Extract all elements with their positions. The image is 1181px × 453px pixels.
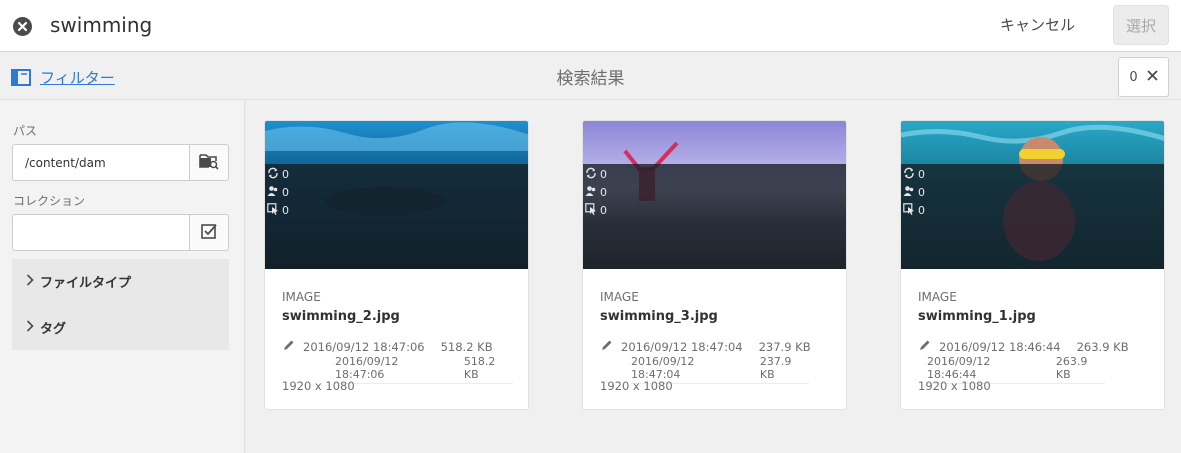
pointer-icon xyxy=(585,203,600,218)
stat-clicks: 0 xyxy=(267,203,289,218)
asset-meta: 2016/09/12 18:47:06 518.2 KB xyxy=(283,339,493,354)
asset-size: 237.9 KB xyxy=(759,355,792,381)
stats-overlay: 0 0 0 xyxy=(265,164,528,269)
asset-thumbnail: 0 0 0 xyxy=(901,121,1164,269)
asset-dimensions: 1920 x 1080 xyxy=(918,379,991,393)
asset-thumbnail: 0 0 0 xyxy=(583,121,846,269)
stat-users: 0 xyxy=(585,185,607,200)
asset-modified: 2016/09/12 18:46:44 xyxy=(927,355,991,381)
asset-modified: 2016/09/12 18:47:06 xyxy=(303,339,425,354)
sync-icon xyxy=(585,167,600,182)
selection-count-button[interactable]: 0 xyxy=(1118,57,1169,97)
results-title: 検索結果 xyxy=(556,69,625,89)
asset-size: 263.9 KB xyxy=(1076,339,1129,354)
asset-modified: 2016/09/12 18:47:04 xyxy=(631,355,695,381)
chevron-right-icon xyxy=(26,273,34,290)
sync-icon xyxy=(267,167,282,182)
asset-meta-secondary: 2016/09/12 18:47:06 518.2 KB xyxy=(335,355,513,384)
accordion-tags[interactable]: タグ xyxy=(26,318,66,337)
close-icon[interactable] xyxy=(1147,69,1158,85)
asset-meta: 2016/09/12 18:46:44 263.9 KB xyxy=(919,339,1129,354)
users-icon xyxy=(585,185,600,200)
asset-card[interactable]: 0 0 0 IMAGE swimming_2.jpg 2016/09/12 18… xyxy=(264,120,529,410)
stat-versions: 0 xyxy=(585,167,607,182)
asset-size: 518.2 KB xyxy=(463,355,496,381)
stat-users: 0 xyxy=(267,185,289,200)
folder-search-icon xyxy=(199,152,219,174)
path-field[interactable]: /content/dam xyxy=(12,144,190,181)
stat-versions: 0 xyxy=(903,167,925,182)
asset-size: 237.9 KB xyxy=(758,339,811,354)
pointer-icon xyxy=(903,203,918,218)
asset-meta: 2016/09/12 18:47:04 237.9 KB xyxy=(601,339,811,354)
select-button[interactable]: 選択 xyxy=(1113,5,1169,45)
path-label: パス xyxy=(13,124,38,138)
asset-name: swimming_1.jpg xyxy=(918,309,1036,324)
asset-modified: 2016/09/12 18:47:04 xyxy=(621,339,743,354)
selection-count: 0 xyxy=(1129,69,1138,85)
search-bar: swimming キャンセル 選択 xyxy=(0,0,1181,52)
pencil-icon xyxy=(601,339,613,354)
stats-overlay: 0 0 0 xyxy=(901,164,1164,269)
chevron-right-icon xyxy=(26,319,34,336)
asset-thumbnail: 0 0 0 xyxy=(265,121,528,269)
asset-name: swimming_2.jpg xyxy=(282,309,400,324)
stat-versions: 0 xyxy=(267,167,289,182)
asset-type: IMAGE xyxy=(282,290,321,304)
asset-dimensions: 1920 x 1080 xyxy=(600,379,673,393)
cancel-button[interactable]: キャンセル xyxy=(1000,14,1075,35)
collection-picker-button[interactable] xyxy=(189,214,229,251)
collection-field[interactable] xyxy=(12,214,190,251)
asset-type: IMAGE xyxy=(918,290,957,304)
pencil-icon xyxy=(919,339,931,354)
search-query[interactable]: swimming xyxy=(50,13,152,37)
accordion-label: ファイルタイプ xyxy=(40,276,132,291)
pointer-icon xyxy=(267,203,282,218)
pencil-icon xyxy=(283,339,295,354)
close-circle-icon[interactable] xyxy=(13,17,32,36)
users-icon xyxy=(267,185,282,200)
asset-modified: 2016/09/12 18:46:44 xyxy=(939,339,1061,354)
sync-icon xyxy=(903,167,918,182)
stats-overlay: 0 0 0 xyxy=(583,164,846,269)
users-icon xyxy=(903,185,918,200)
accordion-file-type[interactable]: ファイルタイプ xyxy=(26,272,131,291)
accordion-label: タグ xyxy=(40,322,67,337)
asset-size: 263.9 KB xyxy=(1055,355,1088,381)
filter-rail: パス /content/dam コレクション ファイルタイプ タグ xyxy=(0,100,245,453)
stat-users: 0 xyxy=(903,185,925,200)
collection-label: コレクション xyxy=(13,194,86,208)
stat-clicks: 0 xyxy=(903,203,925,218)
asset-dimensions: 1920 x 1080 xyxy=(282,379,355,393)
asset-card[interactable]: 0 0 0 IMAGE swimming_3.jpg 2016/09/12 18… xyxy=(582,120,847,410)
asset-type: IMAGE xyxy=(600,290,639,304)
asset-size: 518.2 KB xyxy=(440,339,493,354)
asset-name: swimming_3.jpg xyxy=(600,309,718,324)
checkbox-icon xyxy=(201,223,217,243)
filter-accordion: ファイルタイプ タグ xyxy=(12,259,229,350)
stat-clicks: 0 xyxy=(585,203,607,218)
asset-modified: 2016/09/12 18:47:06 xyxy=(335,355,399,381)
browse-path-button[interactable] xyxy=(189,144,229,181)
rail-header: フィルター 検索結果 0 xyxy=(0,52,1181,100)
asset-card[interactable]: 0 0 0 IMAGE swimming_1.jpg 2016/09/12 18… xyxy=(900,120,1165,410)
